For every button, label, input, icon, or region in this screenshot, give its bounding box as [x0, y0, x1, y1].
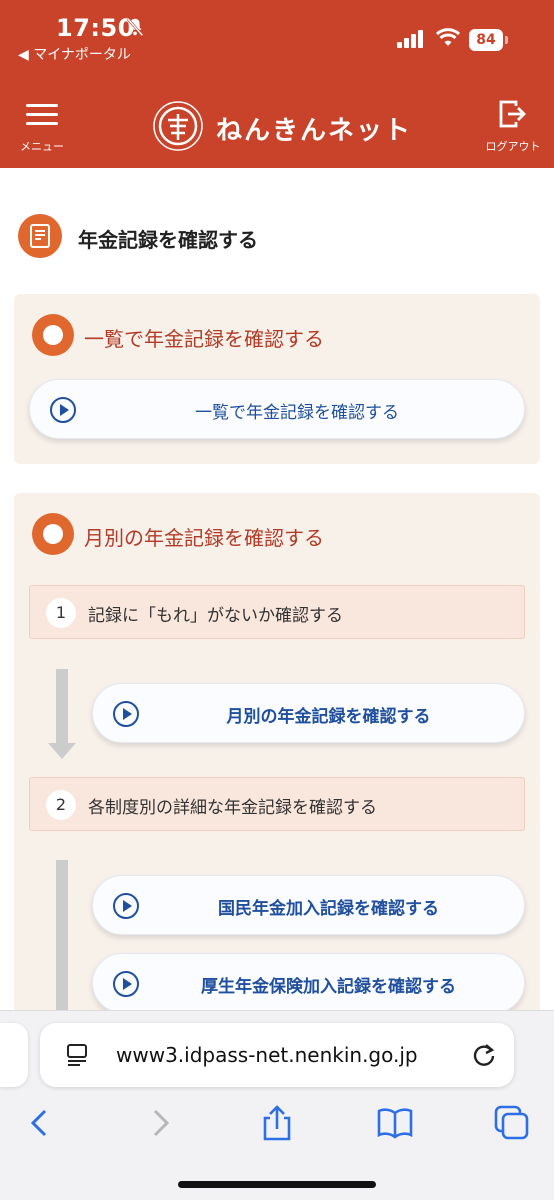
step-connector	[56, 669, 68, 745]
step-number: 1	[46, 598, 76, 628]
document-icon	[18, 214, 62, 258]
section-monthly-records: 月別の年金記録を確認する 1 記録に「もれ」がないか確認する 月別の年金記録を確…	[14, 493, 540, 1023]
hamburger-icon	[26, 104, 58, 126]
button-label: 一覧で年金記録を確認する	[195, 403, 399, 423]
forward-icon[interactable]	[140, 1103, 180, 1143]
step-text: 各制度別の詳細な年金記録を確認する	[88, 798, 377, 818]
page-title: 年金記録を確認する	[78, 228, 258, 252]
previous-tab[interactable]	[0, 1023, 28, 1087]
menu-button[interactable]: メニュー	[14, 98, 70, 158]
section-header: 一覧で年金記録を確認する	[32, 314, 512, 358]
button-label: 厚生年金保険加入記録を確認する	[201, 977, 456, 997]
button-label: 月別の年金記録を確認する	[226, 707, 431, 727]
step-text: 記録に「もれ」がないか確認する	[88, 606, 343, 626]
battery-icon: 84	[469, 29, 509, 51]
play-circle-icon	[113, 701, 139, 727]
tabs-icon[interactable]	[492, 1103, 532, 1143]
signal-icon	[397, 30, 423, 48]
step-2: 2 各制度別の詳細な年金記録を確認する	[29, 777, 525, 831]
browser-toolbar: www3.idpass-net.nenkin.go.jp	[0, 1010, 554, 1200]
back-to-app-link[interactable]: ◀ マイナポータル	[18, 44, 131, 64]
section-title: 一覧で年金記録を確認する	[84, 327, 324, 351]
url-text: www3.idpass-net.nenkin.go.jp	[116, 1043, 418, 1067]
site-logo[interactable]: ねんきんネット	[152, 94, 412, 158]
status-bar: 17:50 ◀ マイナポータル 84	[0, 0, 554, 84]
view-list-records-button[interactable]: 一覧で年金記録を確認する	[29, 379, 525, 439]
address-bar[interactable]: www3.idpass-net.nenkin.go.jp	[40, 1023, 514, 1087]
section-list-records: 一覧で年金記録を確認する 一覧で年金記録を確認する	[14, 294, 540, 464]
back-icon[interactable]	[20, 1103, 60, 1143]
logout-icon	[499, 100, 526, 128]
share-icon[interactable]	[257, 1103, 297, 1143]
logout-button[interactable]: ログアウト	[478, 98, 548, 158]
section-title: 月別の年金記録を確認する	[84, 526, 324, 550]
play-circle-icon	[113, 971, 139, 997]
home-indicator[interactable]	[178, 1181, 376, 1188]
logout-label: ログアウト	[485, 140, 541, 153]
reader-mode-icon[interactable]	[66, 1043, 88, 1067]
section-header: 月別の年金記録を確認する	[32, 513, 512, 557]
play-circle-icon	[50, 397, 76, 423]
button-label: 国民年金加入記録を確認する	[218, 899, 439, 919]
view-national-pension-button[interactable]: 国民年金加入記録を確認する	[92, 875, 525, 935]
circle-marker-icon	[32, 314, 74, 356]
site-name: ねんきんネット	[216, 116, 413, 146]
wifi-icon	[436, 28, 460, 46]
battery-level: 84	[469, 29, 503, 51]
view-employee-pension-button[interactable]: 厚生年金保険加入記録を確認する	[92, 953, 525, 1013]
reload-icon[interactable]	[470, 1041, 498, 1069]
step-number: 2	[46, 790, 76, 820]
step-connector	[56, 860, 68, 1023]
step-1: 1 記録に「もれ」がないか確認する	[29, 585, 525, 639]
menu-label: メニュー	[20, 140, 64, 153]
bell-slash-icon	[126, 17, 144, 37]
circle-marker-icon	[32, 513, 74, 555]
bookmarks-icon[interactable]	[375, 1103, 415, 1143]
app-header: メニュー ねんきんネット ログアウト	[0, 84, 554, 168]
arrow-down-icon	[48, 743, 76, 759]
view-monthly-records-button[interactable]: 月別の年金記録を確認する	[92, 683, 525, 743]
page-heading: 年金記録を確認する	[18, 214, 518, 260]
play-circle-icon	[113, 893, 139, 919]
nenkin-emblem-icon	[153, 101, 203, 151]
